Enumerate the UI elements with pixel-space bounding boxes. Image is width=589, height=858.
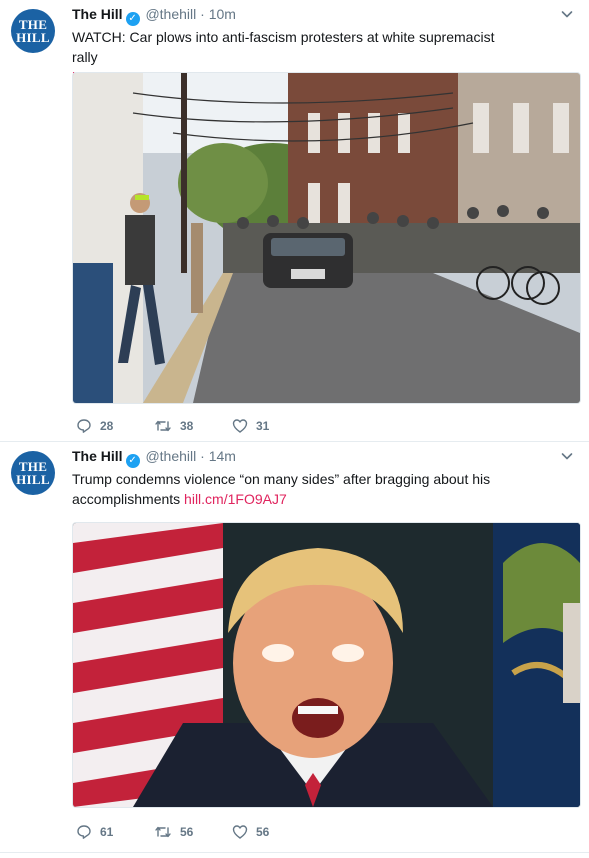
reply-button[interactable]: 61 [76, 824, 154, 840]
author-name[interactable]: The Hill [72, 448, 123, 464]
tweet-media[interactable] [72, 522, 581, 808]
like-count: 56 [256, 825, 270, 839]
heart-icon [232, 419, 248, 433]
heart-icon [232, 825, 248, 839]
verified-icon: ✓ [125, 454, 140, 468]
tweet-actions: 28 38 31 [76, 418, 310, 434]
reply-icon [77, 419, 91, 433]
reply-icon [77, 825, 91, 839]
tweet-actions: 61 56 56 [76, 824, 310, 840]
tweet-link[interactable]: hill.cm/1FO9AJ7 [184, 491, 287, 507]
separator-dot: · [200, 6, 205, 22]
tweet-media[interactable] [72, 72, 581, 404]
retweet-icon [155, 420, 171, 432]
reply-button[interactable]: 28 [76, 418, 154, 434]
author-handle[interactable]: @thehill [145, 448, 196, 464]
retweet-count: 56 [180, 825, 194, 839]
tweet[interactable]: THE HILL The Hill ✓ @thehill · 14m Trump … [0, 442, 589, 853]
like-count: 31 [256, 419, 270, 433]
retweet-button[interactable]: 38 [154, 418, 232, 434]
chevron-down-icon[interactable] [561, 8, 573, 20]
author-name[interactable]: The Hill [72, 6, 123, 22]
reply-count: 28 [100, 419, 114, 433]
tweet[interactable]: THE HILL The Hill ✓ @thehill · 10m WATCH:… [0, 0, 589, 442]
retweet-button[interactable]: 56 [154, 824, 232, 840]
separator-dot: · [200, 448, 205, 464]
protest-street-image [73, 73, 580, 403]
chevron-down-icon[interactable] [561, 450, 573, 462]
like-button[interactable]: 31 [232, 418, 310, 434]
avatar[interactable]: THE HILL [11, 9, 55, 53]
avatar[interactable]: THE HILL [11, 451, 55, 495]
avatar-text-bottom: HILL [16, 30, 50, 45]
author-handle[interactable]: @thehill [145, 6, 196, 22]
retweet-icon [155, 826, 171, 838]
tweet-header: The Hill ✓ @thehill · 10m [72, 6, 236, 26]
tweet-body: WATCH: Car plows into anti-fascism prote… [72, 29, 495, 65]
verified-icon: ✓ [125, 12, 140, 26]
timestamp[interactable]: 10m [209, 6, 236, 22]
timestamp[interactable]: 14m [209, 448, 236, 464]
speaker-portrait-image [73, 523, 580, 807]
tweet-header: The Hill ✓ @thehill · 14m [72, 448, 236, 468]
retweet-count: 38 [180, 419, 194, 433]
avatar-text-bottom: HILL [16, 472, 50, 487]
tweet-text: Trump condemns violence “on many sides” … [72, 469, 512, 509]
like-button[interactable]: 56 [232, 824, 310, 840]
reply-count: 61 [100, 825, 114, 839]
